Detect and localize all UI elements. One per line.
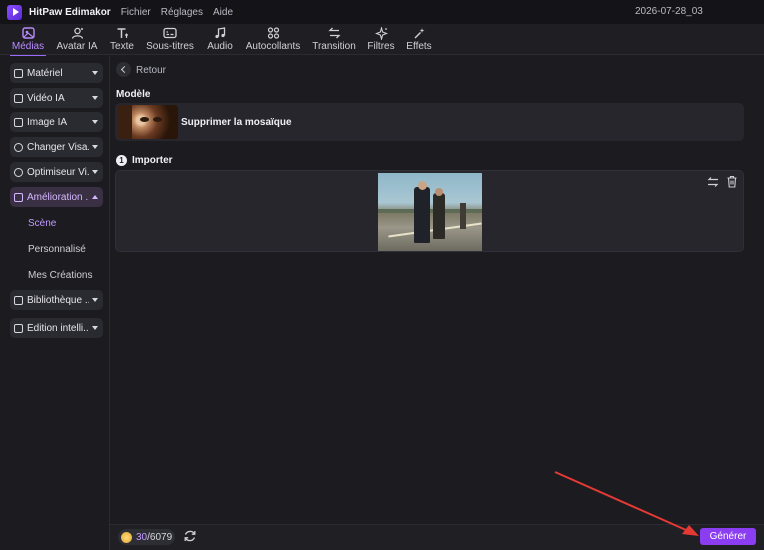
tab-filtres[interactable]: Filtres [367, 26, 395, 54]
menu-help[interactable]: Aide [213, 7, 233, 18]
step-number: 1 [116, 155, 127, 166]
tab-avatar-ia[interactable]: Avatar IA [56, 26, 98, 54]
model-name: Supprimer la mosaïque [181, 117, 292, 128]
tab-transition[interactable]: Transition [312, 26, 356, 54]
optimizer-icon [14, 167, 23, 177]
tab-sous-titres[interactable]: Sous-titres [146, 26, 194, 54]
video-icon [14, 93, 23, 103]
sidebar-subitem-personnalise[interactable]: Personnalisé [28, 244, 86, 255]
app-logo-icon [7, 4, 22, 20]
folder-icon [14, 68, 23, 78]
stickers-icon [267, 26, 280, 40]
menu-settings[interactable]: Réglages [161, 7, 203, 18]
model-thumbnail [118, 105, 178, 139]
sidebar: Matériel Vidéo IA Image IA Changer Visa.… [0, 56, 110, 550]
import-dropzone[interactable] [115, 170, 744, 252]
chevron-down-icon [92, 71, 98, 75]
app-title: HitPaw Edimakor [29, 6, 111, 18]
chevron-down-icon [92, 326, 98, 330]
sidebar-item-bibliotheque[interactable]: Bibliothèque ... [10, 290, 103, 310]
smart-edit-icon [14, 323, 23, 333]
tab-autocollants[interactable]: Autocollants [245, 26, 301, 54]
enhance-icon [14, 192, 23, 202]
tab-audio[interactable]: Audio [205, 26, 235, 54]
title-bar: HitPaw Edimakor Fichier Réglages Aide 20… [0, 0, 764, 24]
coin-icon [121, 531, 132, 543]
refresh-icon[interactable] [183, 529, 197, 543]
face-swap-icon [14, 142, 23, 152]
model-section-title: Modèle [116, 89, 151, 100]
audio-icon [214, 26, 226, 40]
filters-icon [374, 26, 388, 40]
sidebar-item-amelioration[interactable]: Amélioration ... [10, 187, 103, 207]
sidebar-item-image-ia[interactable]: Image IA [10, 112, 103, 132]
annotation-arrow-icon [554, 471, 699, 536]
back-label[interactable]: Retour [136, 65, 166, 76]
sidebar-item-edition-intelligente[interactable]: Édition intelli... [10, 318, 103, 338]
chevron-down-icon [92, 170, 98, 174]
generate-button[interactable]: Générer [700, 528, 756, 545]
credits-used: 30 [136, 531, 148, 543]
sidebar-subitem-scene[interactable]: Scène [28, 218, 56, 229]
sidebar-item-video-ia[interactable]: Vidéo IA [10, 88, 103, 108]
sidebar-subitem-mes-creations[interactable]: Mes Créations [28, 270, 92, 281]
sidebar-item-materiel[interactable]: Matériel [10, 63, 103, 83]
chevron-left-icon [120, 65, 129, 74]
bottom-bar [110, 524, 764, 550]
main-toolbar: Médias Avatar IA Texte Sous-titres Audio… [0, 24, 764, 57]
trash-icon[interactable] [726, 175, 738, 188]
library-icon [14, 295, 23, 305]
subtitles-icon [163, 26, 177, 40]
chevron-down-icon [92, 298, 98, 302]
transition-icon [327, 26, 341, 40]
text-icon [116, 26, 129, 40]
chevron-down-icon [92, 145, 98, 149]
sidebar-item-changer-visage[interactable]: Changer Visa... [10, 137, 103, 157]
effects-icon [413, 26, 426, 40]
avatar-icon [71, 26, 84, 40]
back-button[interactable] [116, 62, 131, 77]
replace-icon[interactable] [707, 176, 719, 188]
chevron-down-icon [92, 96, 98, 100]
tab-texte[interactable]: Texte [108, 26, 136, 54]
media-icon [21, 26, 35, 40]
imported-image[interactable] [378, 173, 482, 251]
credits-badge: 30 /6079 [118, 529, 175, 545]
tab-effets[interactable]: Effets [405, 26, 433, 54]
import-section-title: Importer [132, 155, 173, 166]
menu-file[interactable]: Fichier [121, 7, 151, 18]
project-name: 2026-07-28_03 [635, 6, 703, 17]
tab-medias[interactable]: Médias [10, 26, 46, 57]
sidebar-item-optimiseur-video[interactable]: Optimiseur Vi... [10, 162, 103, 182]
image-icon [14, 117, 23, 127]
credits-total: /6079 [147, 531, 173, 543]
model-card[interactable]: Supprimer la mosaïque [115, 103, 744, 141]
chevron-up-icon [92, 195, 98, 199]
chevron-down-icon [92, 120, 98, 124]
